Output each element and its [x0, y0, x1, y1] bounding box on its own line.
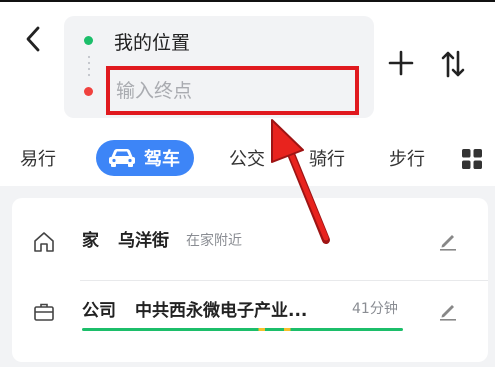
swap-route-button[interactable] [440, 50, 466, 78]
destination-input[interactable] [106, 66, 359, 115]
status-bar-edge [0, 0, 495, 2]
tab-label: 驾车 [144, 149, 180, 170]
tab-walking[interactable]: 步行 [389, 138, 425, 178]
origin-field[interactable]: 我的位置 [114, 28, 190, 55]
back-button[interactable] [18, 22, 48, 56]
tab-label: 易行 [20, 149, 56, 170]
tab-drive[interactable]: 驾车 [96, 140, 194, 176]
home-icon [34, 232, 54, 252]
place-name: 乌洋街 [118, 231, 169, 251]
route-input-box: 我的位置 [64, 16, 374, 118]
origin-dot [84, 36, 93, 45]
place-title: 家 [82, 231, 99, 251]
eta-label: 41分钟 [352, 301, 398, 317]
travel-mode-tabs: 易行 驾车 公交 骑行 步行 [0, 138, 495, 178]
place-name: 中共西永微电子产业... [135, 301, 308, 321]
route-planner-panel: 我的位置 易行 [0, 0, 495, 186]
edit-icon [440, 235, 456, 251]
place-hint: 在家附近 [186, 233, 242, 249]
saved-places-card: 家 乌洋街 在家附近 公司 中共西永微电子产业... 41分钟 [12, 198, 488, 362]
saved-place-home[interactable]: 家 乌洋街 在家附近 [12, 206, 488, 281]
swap-vertical-icon [441, 50, 465, 78]
car-icon [108, 148, 136, 168]
tab-label: 步行 [389, 149, 425, 170]
route-connector [88, 54, 90, 78]
traffic-bar [82, 328, 403, 331]
plus-icon [388, 50, 414, 76]
tab-cycling[interactable]: 骑行 [309, 138, 345, 178]
add-waypoint-button[interactable] [388, 50, 414, 76]
briefcase-icon [34, 303, 54, 321]
tab-label: 骑行 [309, 149, 345, 170]
chevron-left-icon [26, 26, 40, 52]
tab-transit[interactable]: 公交 [229, 138, 265, 178]
edit-work-button[interactable] [438, 301, 458, 321]
grid-icon [462, 149, 482, 169]
place-title: 公司 [82, 301, 116, 321]
edit-icon [440, 305, 456, 321]
destination-dot [84, 87, 93, 96]
tab-label: 公交 [229, 149, 265, 170]
saved-place-work[interactable]: 公司 中共西永微电子产业... 41分钟 [12, 276, 488, 346]
tab-easy-travel[interactable]: 易行 [20, 138, 56, 178]
more-modes-button[interactable] [462, 149, 482, 169]
edit-home-button[interactable] [438, 231, 458, 251]
